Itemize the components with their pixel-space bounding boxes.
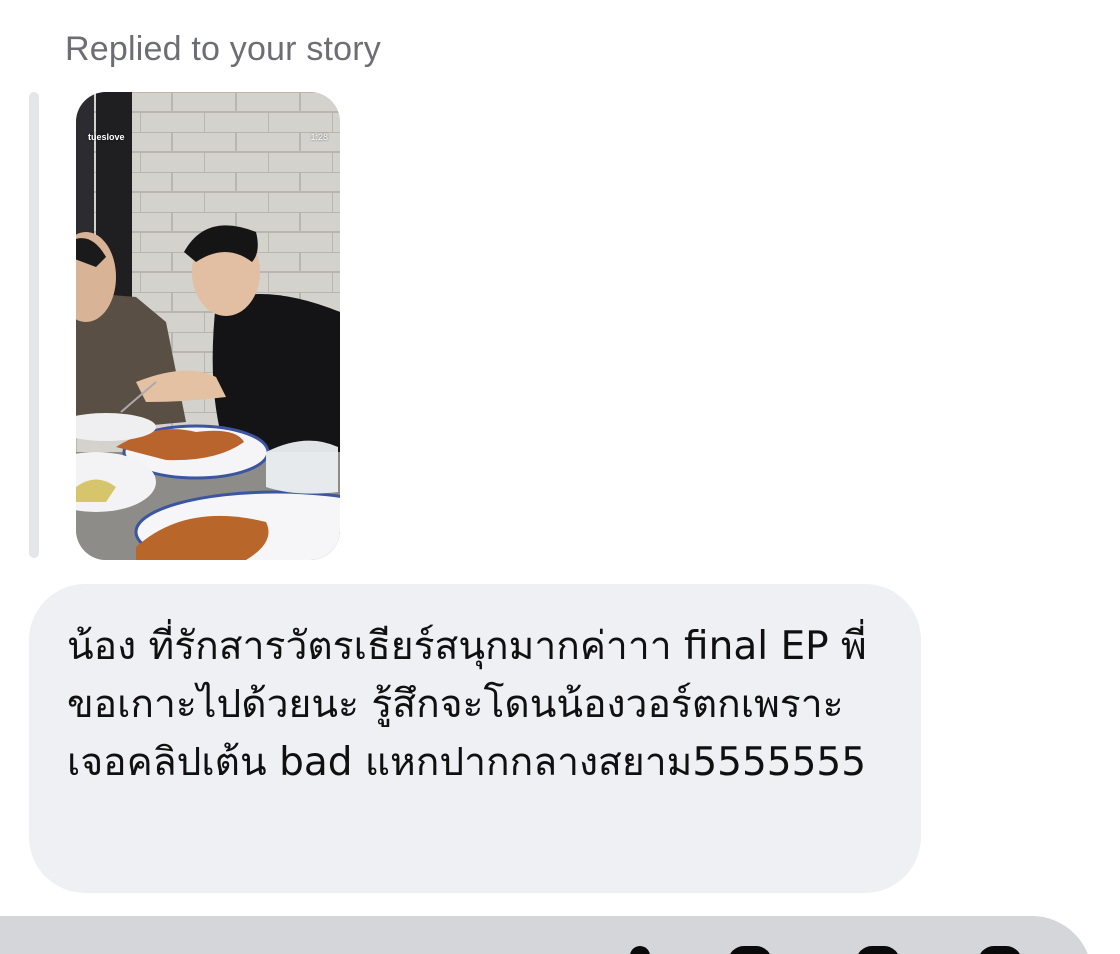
mic-icon[interactable] <box>630 946 650 954</box>
story-username: tueslove <box>88 132 125 142</box>
message-bubble[interactable]: น้อง ที่รักสารวัตรเธียร์สนุกมากค่าาา fin… <box>29 584 921 893</box>
add-icon[interactable] <box>978 946 1022 954</box>
dm-thread: Replied to your story tueslove 1:28 น้อง… <box>0 0 1120 954</box>
story-timestamp: 1:28 <box>310 132 328 142</box>
message-composer-bar[interactable] <box>0 916 1092 954</box>
image-icon[interactable] <box>728 946 772 954</box>
message-text: น้อง ที่รักสารวัตรเธียร์สนุกมากค่าาา fin… <box>67 624 867 785</box>
story-photo <box>76 92 340 560</box>
reply-context-label: Replied to your story <box>65 30 382 68</box>
quote-indicator-bar <box>29 92 39 558</box>
sticker-icon[interactable] <box>856 946 900 954</box>
story-thumbnail[interactable]: tueslove 1:28 <box>76 92 340 560</box>
